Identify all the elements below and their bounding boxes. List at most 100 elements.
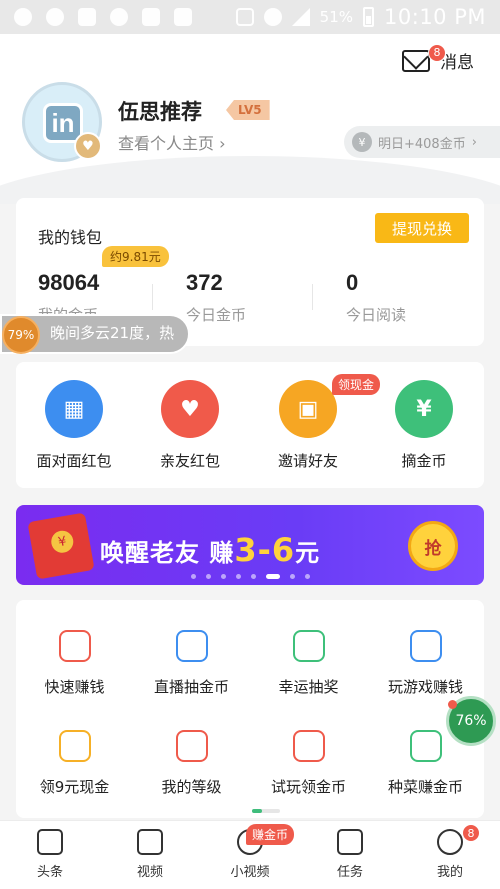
voicemail-icon [174, 8, 192, 26]
profile-badge: 8 [462, 824, 480, 842]
task-label: 种菜赚金币 [387, 778, 463, 796]
task-label: 领9元现金 [39, 778, 110, 796]
wifi-icon [263, 8, 282, 26]
status-bar: 51% 10:10 PM [0, 0, 500, 34]
wallet-title: 我的钱包 [38, 228, 103, 247]
view-profile-link[interactable]: 查看个人主页 › [118, 130, 226, 154]
task-nine-yuan[interactable]: 领9元现金 [16, 730, 133, 797]
mute-icon [235, 8, 254, 26]
stat-value: 98064 [38, 270, 100, 295]
quick-action-label: 亲友红包 [159, 452, 220, 470]
nav-item-video[interactable]: 视频 [100, 829, 200, 880]
page-indicator [252, 809, 280, 813]
carousel-dots [16, 574, 484, 579]
divider [152, 284, 153, 310]
stat-value: 0 [346, 270, 359, 295]
message-badge: 8 [428, 43, 446, 62]
invite-cash-tag: 领现金 [332, 374, 381, 395]
signal-icon [291, 8, 310, 26]
weather-percent-badge: 79% [2, 316, 40, 354]
view-profile-label: 查看个人主页 [118, 134, 215, 153]
envelope-icon: 8 [402, 43, 446, 72]
level-badge: LV5 [226, 100, 270, 120]
yen-coin-icon: ¥ [352, 132, 372, 152]
banner-title-highlight: 3-6 [234, 531, 296, 569]
task-live-coins[interactable]: 直播抽金币 [133, 630, 250, 697]
pick-coin-icon: ¥ [395, 380, 453, 438]
live-video-icon [175, 630, 208, 662]
treasure-chest-icon: ▣ [279, 380, 337, 438]
tomorrow-reward-button[interactable]: ¥ 明日+408金币 › [344, 126, 500, 158]
stat-value: 372 [186, 270, 223, 295]
divider [312, 284, 313, 310]
quick-action-pick-coins[interactable]: ¥ 摘金币 [374, 380, 474, 471]
task-label: 试玩领金币 [270, 778, 346, 796]
promo-banner[interactable]: 唤醒老友 赚3-6元 抢 [16, 505, 484, 585]
gamepad-icon [409, 630, 442, 662]
username[interactable]: 伍思推荐 [118, 96, 202, 126]
task-try-play[interactable]: 试玩领金币 [250, 730, 367, 797]
clock: 10:10 PM [384, 5, 486, 29]
red-envelope-icon [27, 512, 95, 580]
nav-item-me[interactable]: 我的 [400, 829, 500, 880]
quick-action-label: 面对面红包 [36, 452, 112, 470]
task-label: 快速赚钱 [44, 678, 105, 696]
stat-today-reading[interactable]: 0 今日阅读 [346, 270, 406, 325]
task-my-level[interactable]: 我的等级 [133, 730, 250, 797]
banner-title-unit: 元 [295, 539, 321, 567]
chevron-right-icon: › [471, 134, 477, 150]
grab-button[interactable]: 抢 [408, 521, 458, 571]
cat-face-icon [46, 8, 64, 26]
stat-today-coins[interactable]: 372 今日金币 [186, 270, 246, 325]
nav-item-headlines[interactable]: 头条 [0, 829, 100, 880]
tomorrow-reward-label: 明日+408金币 [378, 136, 466, 152]
header-background-hill [0, 156, 500, 204]
quick-action-family[interactable]: ♥ 亲友红包 [140, 380, 240, 471]
qr-redpacket-icon: ▦ [45, 380, 103, 438]
notification-dot [448, 700, 457, 709]
banner-title-main: 唤醒老友 赚 [100, 539, 235, 567]
heart-redpacket-icon: ♥ [161, 380, 219, 438]
weather-text: 晚间多云21度，热 [50, 324, 175, 342]
image-icon [142, 8, 160, 26]
location-pin-icon [110, 8, 128, 26]
nav-label: 头条 [36, 865, 63, 880]
news-icon [37, 829, 63, 855]
robot-icon [292, 730, 325, 762]
tools-icon [78, 8, 96, 26]
battery-icon [363, 7, 375, 27]
nav-label: 我的 [436, 865, 463, 880]
task-quick-earn[interactable]: 快速赚钱 [16, 630, 133, 697]
camera-icon [14, 8, 32, 26]
task-label: 直播抽金币 [153, 678, 229, 696]
video-icon [137, 829, 163, 855]
chevron-right-icon: › [219, 134, 226, 153]
coin-value-tag: 约9.81元 [102, 246, 169, 267]
diamond-level-icon [175, 730, 208, 762]
nav-label: 任务 [336, 865, 363, 880]
task-lucky-draw[interactable]: 幸运抽奖 [250, 630, 367, 697]
stat-label: 今日阅读 [346, 306, 407, 324]
tasks-card: 快速赚钱 直播抽金币 幸运抽奖 玩游戏赚钱 领9元现金 我的等级 试玩领金币 种… [16, 600, 484, 818]
quick-action-face-to-face[interactable]: ▦ 面对面红包 [24, 380, 124, 471]
banner-title: 唤醒老友 赚3-6元 [100, 531, 320, 569]
task-play-games[interactable]: 玩游戏赚钱 [367, 630, 484, 697]
earn-coins-tag: 赚金币 [246, 824, 295, 845]
quick-action-label: 摘金币 [401, 452, 447, 470]
heart-badge-icon: ♥ [74, 132, 102, 160]
messages-button[interactable]: 8 消息 [402, 43, 474, 73]
nav-item-tasks[interactable]: 任务 [300, 829, 400, 880]
withdraw-button[interactable]: 提现兑换 [375, 213, 469, 243]
profile-icon [437, 829, 463, 855]
battery-percent: 51% [319, 8, 354, 26]
lucky-draw-icon [292, 630, 325, 662]
profile-header: 8 消息 in ♥ 伍思推荐 LV5 查看个人主页 › ¥ 明日+408金币 › [0, 34, 500, 204]
heart-coin-icon [58, 730, 91, 762]
task-label: 我的等级 [161, 778, 222, 796]
task-label: 幸运抽奖 [278, 678, 339, 696]
stat-label: 今日金币 [186, 306, 247, 324]
money-bag-icon [58, 630, 91, 662]
task-icon [337, 829, 363, 855]
nav-label: 视频 [136, 865, 163, 880]
task-label: 玩游戏赚钱 [387, 678, 463, 696]
